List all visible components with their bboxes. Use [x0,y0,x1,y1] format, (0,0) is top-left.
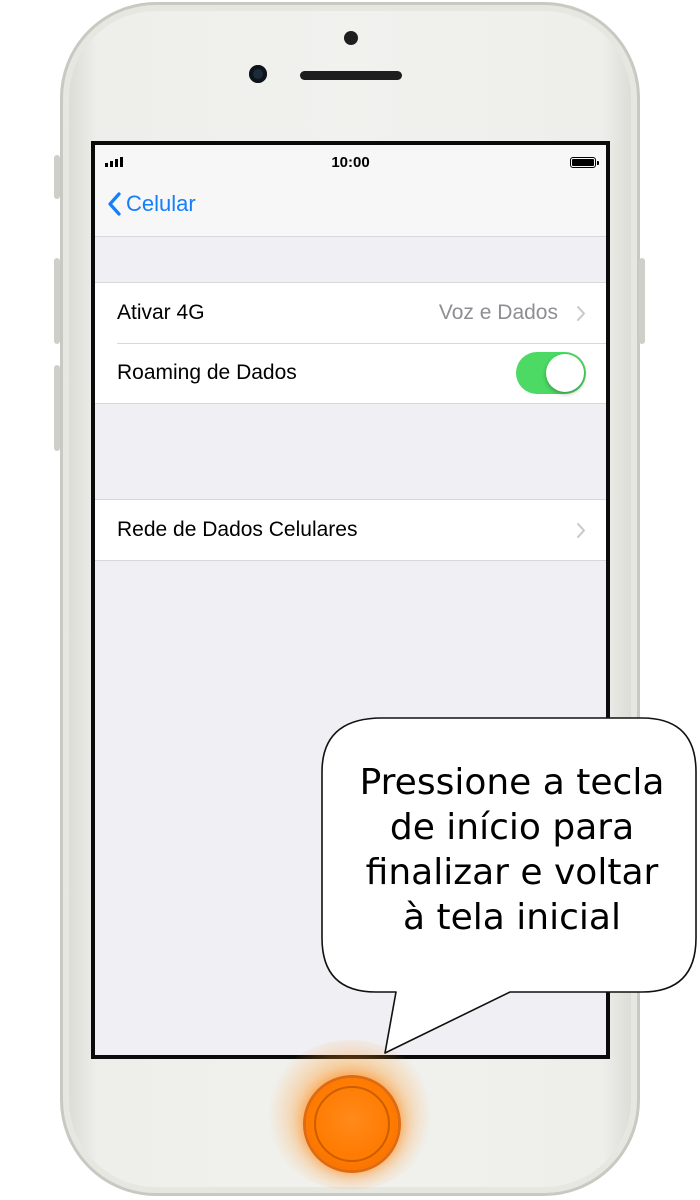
callout-line: à tela inicial [403,897,621,938]
callout-bubble [321,717,697,1054]
callout-line: finalizar e voltar [365,852,659,893]
callout-text: Pressione a tecla de início para finaliz… [342,760,682,940]
callout-line: de início para [389,807,635,848]
callout-line: Pressione a tecla [359,762,665,803]
